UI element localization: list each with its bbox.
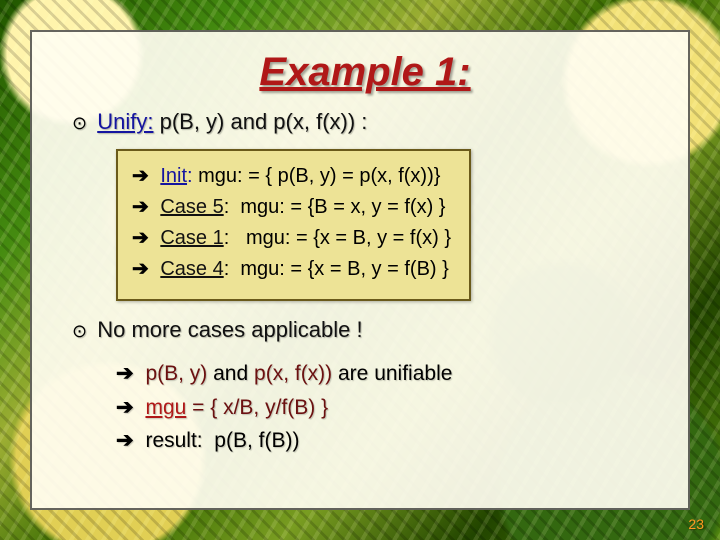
arrow-icon: ➔ bbox=[116, 396, 134, 419]
arrow-icon: ➔ bbox=[132, 227, 149, 249]
derivation-box: ➔ Init: mgu: = { p(B, y) = p(x, f(x))} ➔… bbox=[116, 149, 471, 301]
arrow-icon: ➔ bbox=[116, 429, 134, 452]
conclusion-row-1: ➔ p(B, y) and p(x, f(x)) are unifiable bbox=[116, 357, 658, 391]
conclusion-row-2: ➔ mgu = { x/B, y/f(B) } bbox=[116, 391, 658, 425]
slide-content: Example 1: ⊙ Unify: p(B, y) and p(x, f(x… bbox=[30, 30, 690, 510]
unify-expression: p(B, y) and p(x, f(x)) : bbox=[160, 109, 368, 134]
unify-statement: ⊙ Unify: p(B, y) and p(x, f(x)) : bbox=[72, 109, 658, 135]
mgu-label: mgu bbox=[145, 396, 186, 419]
case1-rhs: mgu: = {x = B, y = f(x) } bbox=[246, 227, 451, 249]
unify-label: Unify: bbox=[97, 109, 153, 134]
concl-expr-b: p(x, f(x)) bbox=[254, 362, 332, 385]
conclusion-block: ➔ p(B, y) and p(x, f(x)) are unifiable ➔… bbox=[116, 357, 658, 458]
arrow-icon: ➔ bbox=[132, 196, 149, 218]
case5-rhs: mgu: = {B = x, y = f(x) } bbox=[240, 196, 445, 218]
arrow-icon: ➔ bbox=[116, 362, 134, 385]
arrow-icon: ➔ bbox=[132, 258, 149, 280]
no-more-cases-text: No more cases applicable ! bbox=[97, 317, 362, 342]
arrow-icon: ➔ bbox=[132, 165, 149, 187]
case5-row: ➔ Case 5: mgu: = {B = x, y = f(x) } bbox=[132, 192, 451, 223]
case4-rhs: mgu: = {x = B, y = f(B) } bbox=[240, 258, 448, 280]
bullet-odot-icon: ⊙ bbox=[72, 321, 87, 341]
case1-row: ➔ Case 1: mgu: = {x = B, y = f(x) } bbox=[132, 223, 451, 254]
case4-row: ➔ Case 4: mgu: = {x = B, y = f(B) } bbox=[132, 254, 451, 285]
page-number: 23 bbox=[688, 516, 704, 532]
slide-title: Example 1: bbox=[72, 50, 658, 95]
case4-label: Case 4 bbox=[160, 258, 223, 280]
result-text: result: p(B, f(B)) bbox=[145, 429, 299, 452]
mgu-rhs: = { x/B, y/f(B) } bbox=[186, 396, 328, 419]
init-rhs: mgu: = { p(B, y) = p(x, f(x))} bbox=[198, 165, 440, 187]
case1-label: Case 1 bbox=[160, 227, 223, 249]
init-label: Init bbox=[160, 165, 187, 187]
conclusion-row-3: ➔ result: p(B, f(B)) bbox=[116, 424, 658, 458]
concl-and: and bbox=[207, 362, 254, 385]
bullet-odot-icon: ⊙ bbox=[72, 113, 87, 133]
init-row: ➔ Init: mgu: = { p(B, y) = p(x, f(x))} bbox=[132, 161, 451, 192]
case5-label: Case 5 bbox=[160, 196, 223, 218]
concl-expr-a: p(B, y) bbox=[145, 362, 207, 385]
no-more-cases: ⊙ No more cases applicable ! bbox=[72, 317, 658, 343]
concl-tail: are unifiable bbox=[332, 362, 452, 385]
